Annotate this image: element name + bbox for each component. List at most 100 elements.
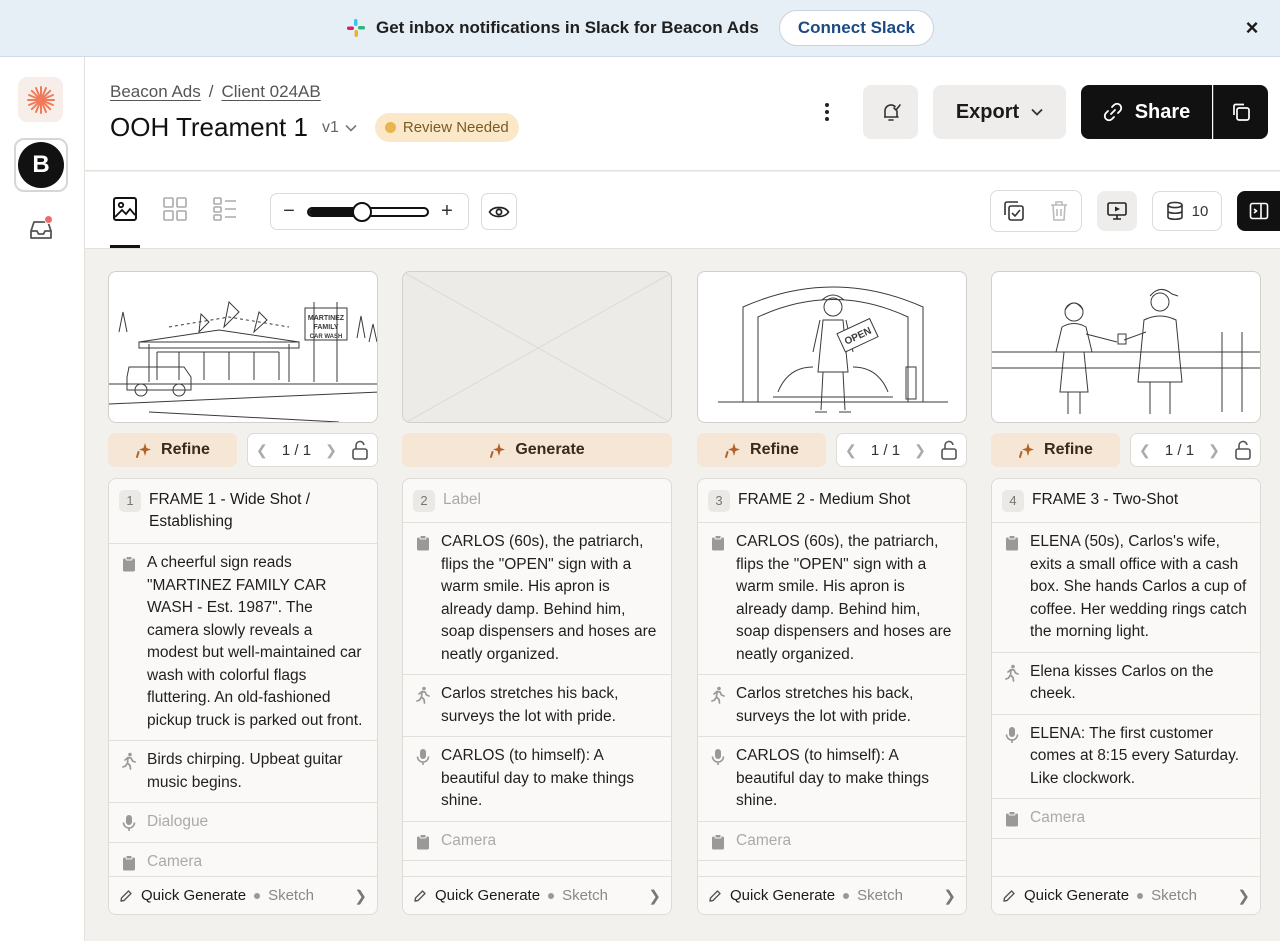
app-logo[interactable]	[18, 77, 63, 122]
camera-section[interactable]: Camera	[992, 799, 1260, 839]
preview-toggle[interactable]	[481, 193, 517, 230]
frame-action-label: Generate	[515, 441, 585, 458]
quick-generate-label: Quick Generate	[435, 887, 541, 904]
refine-button[interactable]: Refine	[108, 433, 237, 467]
list-view-icon[interactable]	[210, 194, 240, 224]
more-options-icon[interactable]	[815, 100, 839, 124]
frame-image[interactable]	[991, 271, 1261, 423]
notifications-button[interactable]	[863, 85, 918, 139]
image-view-icon[interactable]	[110, 194, 140, 224]
sign-line-1: MARTINEZ	[308, 315, 345, 322]
frame-title[interactable]: FRAME 1 - Wide Shot / Establishing	[149, 489, 367, 533]
chevron-right-icon[interactable]: ❯	[325, 442, 337, 459]
description-section[interactable]: ELENA (50s), Carlos's wife, exits a smal…	[992, 523, 1260, 653]
unlock-icon[interactable]	[1234, 440, 1252, 460]
selection-tools	[990, 190, 1082, 232]
chevron-left-icon[interactable]: ❮	[1139, 442, 1151, 459]
dialogue-section[interactable]: Dialogue	[109, 803, 377, 843]
action-section[interactable]: Birds chirping. Upbeat guitar music begi…	[109, 741, 377, 803]
action-section[interactable]: Carlos stretches his back, surveys the l…	[698, 675, 966, 737]
camera-section[interactable]: Camera	[698, 822, 966, 861]
export-button[interactable]: Export	[933, 85, 1066, 139]
action-text: Carlos stretches his back, surveys the l…	[441, 685, 619, 725]
copy-link-button[interactable]	[1213, 85, 1268, 139]
action-section[interactable]: Carlos stretches his back, surveys the l…	[403, 675, 671, 737]
active-view-indicator	[110, 245, 140, 248]
copy-icon	[1233, 103, 1250, 121]
zoom-slider[interactable]	[307, 201, 429, 222]
dialogue-section[interactable]: CARLOS (to himself): A beautiful day to …	[403, 737, 671, 822]
frame-title[interactable]: FRAME 3 - Two-Shot	[1032, 489, 1178, 512]
refine-button[interactable]: Refine	[697, 433, 826, 467]
workspace-switcher[interactable]: B	[14, 138, 68, 192]
frame-image[interactable]: OPEN	[697, 271, 967, 423]
page-title[interactable]: OOH Treament 1	[110, 112, 308, 143]
refine-button[interactable]: Refine	[991, 433, 1120, 467]
generate-button[interactable]: Generate	[402, 433, 672, 467]
toggle-panel-button[interactable]	[1237, 191, 1280, 231]
database-icon	[1166, 201, 1183, 221]
frame-header[interactable]: 4 FRAME 3 - Two-Shot	[992, 479, 1260, 523]
dialogue-text: ELENA: The first customer comes at 8:15 …	[1030, 724, 1240, 787]
quick-generate-button[interactable]: Quick Generate Sketch ❯	[992, 876, 1260, 914]
quick-generate-label: Quick Generate	[730, 887, 836, 904]
separator-dot	[548, 892, 555, 899]
description-section[interactable]: CARLOS (60s), the patriarch, flips the "…	[698, 523, 966, 675]
action-section[interactable]: Elena kisses Carlos on the cheek.	[992, 653, 1260, 715]
description-section[interactable]: CARLOS (60s), the patriarch, flips the "…	[403, 523, 671, 675]
present-button[interactable]	[1097, 191, 1137, 231]
sidebar-panel-icon	[1249, 202, 1268, 220]
camera-text: Camera	[736, 831, 792, 849]
chevron-right-icon[interactable]: ❯	[1208, 442, 1220, 459]
version-selector[interactable]: v1	[322, 119, 357, 137]
close-icon[interactable]: ×	[1242, 17, 1262, 39]
pager-label: 1 / 1	[870, 441, 901, 459]
version-pager: ❮ 1 / 1 ❯	[1130, 433, 1261, 467]
select-all-icon[interactable]	[1002, 199, 1026, 223]
frame-column-1: MARTINEZ FAMILY CAR WASH Refine ❮ 1 / 1 ❯ …	[108, 271, 378, 915]
breadcrumb-client[interactable]: Client 024AB	[221, 82, 320, 102]
frame-column-4: Refine ❮ 1 / 1 ❯ 4 FRAME 3 - Two-Shot EL…	[991, 271, 1261, 915]
generation-style-label: Sketch	[268, 887, 314, 904]
walking-person-icon	[1004, 663, 1020, 683]
microphone-icon	[710, 747, 726, 767]
status-badge[interactable]: Review Needed	[374, 113, 519, 142]
camera-section[interactable]: Camera	[403, 822, 671, 861]
clipboard-icon	[415, 832, 431, 852]
frame-number: 2	[413, 490, 435, 512]
quick-generate-button[interactable]: Quick Generate Sketch ❯	[403, 876, 671, 914]
frame-title[interactable]: Label	[443, 489, 481, 512]
chevron-left-icon[interactable]: ❮	[845, 442, 857, 459]
frame-header[interactable]: 2 Label	[403, 479, 671, 523]
zoom-in-button[interactable]: +	[439, 200, 455, 223]
breadcrumb-workspace[interactable]: Beacon Ads	[110, 82, 201, 102]
action-text: Birds chirping. Upbeat guitar music begi…	[147, 751, 343, 791]
grid-view-icon[interactable]	[160, 194, 190, 224]
description-section[interactable]: A cheerful sign reads "MARTINEZ FAMILY C…	[109, 544, 377, 741]
dialogue-section[interactable]: ELENA: The first customer comes at 8:15 …	[992, 715, 1260, 799]
export-label: Export	[955, 100, 1020, 123]
quick-generate-button[interactable]: Quick Generate Sketch ❯	[698, 876, 966, 914]
zoom-slider-handle[interactable]	[352, 201, 373, 222]
quick-generate-button[interactable]: Quick Generate Sketch ❯	[109, 876, 377, 914]
chevron-right-icon[interactable]: ❯	[914, 442, 926, 459]
trash-icon[interactable]	[1048, 199, 1070, 223]
credits-counter[interactable]: 10	[1152, 191, 1222, 231]
dialogue-section[interactable]: CARLOS (to himself): A beautiful day to …	[698, 737, 966, 822]
separator-dot	[254, 892, 261, 899]
chevron-down-icon	[1031, 108, 1043, 116]
app-rail: B	[0, 57, 85, 941]
frame-image[interactable]: MARTINEZ FAMILY CAR WASH	[108, 271, 378, 423]
connect-slack-button[interactable]: Connect Slack	[778, 10, 935, 46]
frame-header[interactable]: 3 FRAME 2 - Medium Shot	[698, 479, 966, 523]
frame-image[interactable]	[402, 271, 672, 423]
frame-title[interactable]: FRAME 2 - Medium Shot	[738, 489, 910, 512]
unlock-icon[interactable]	[351, 440, 369, 460]
share-button[interactable]: Share	[1081, 85, 1212, 139]
clipboard-icon	[1004, 533, 1020, 553]
chevron-left-icon[interactable]: ❮	[256, 442, 268, 459]
clipboard-icon	[121, 554, 137, 574]
zoom-out-button[interactable]: −	[281, 200, 297, 223]
frame-header[interactable]: 1 FRAME 1 - Wide Shot / Establishing	[109, 479, 377, 544]
unlock-icon[interactable]	[940, 440, 958, 460]
